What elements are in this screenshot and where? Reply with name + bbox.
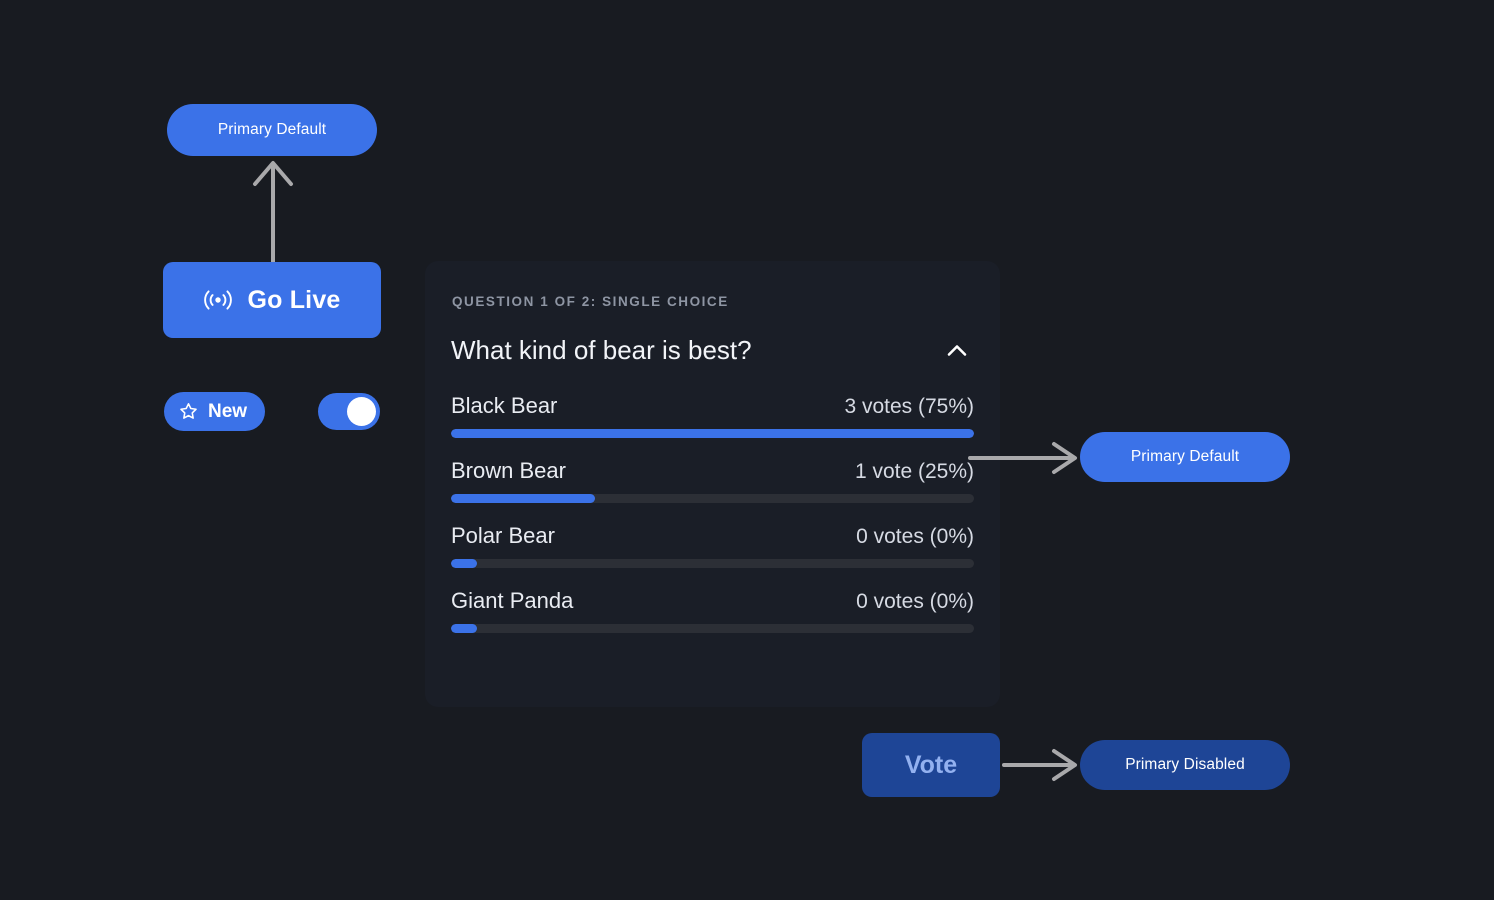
poll-option-label: Black Bear xyxy=(451,392,558,418)
question-header: What kind of bear is best? xyxy=(451,336,974,366)
go-live-button[interactable]: Go Live xyxy=(163,262,381,338)
annotation-pill-go-live: Primary Default xyxy=(167,104,377,156)
poll-options: Black Bear 3 votes (75%) Brown Bear 1 vote … xyxy=(451,392,974,633)
broadcast-icon xyxy=(203,285,233,315)
poll-card: QUESTION 1 OF 2: SINGLE CHOICE What kind… xyxy=(425,261,1000,707)
go-live-label: Go Live xyxy=(247,285,341,314)
star-icon xyxy=(178,401,199,422)
chevron-up-icon[interactable] xyxy=(942,336,972,366)
annotation-pill-vote: Primary Disabled xyxy=(1080,740,1290,790)
poll-option-track xyxy=(451,428,974,438)
poll-option-label: Giant Panda xyxy=(451,587,574,613)
vote-button[interactable]: Vote xyxy=(862,733,1000,797)
poll-option-count: 0 votes (0%) xyxy=(856,589,974,613)
toggle-knob xyxy=(347,397,376,426)
poll-option-row[interactable]: Black Bear 3 votes (75%) xyxy=(451,392,974,438)
poll-option-fill xyxy=(451,558,478,568)
annotation-pill-bar: Primary Default xyxy=(1080,432,1290,482)
poll-option-label: Polar Bear xyxy=(451,522,555,548)
poll-option-fill xyxy=(451,428,974,438)
poll-option-track xyxy=(451,623,974,633)
poll-option-track xyxy=(451,558,974,568)
poll-option-row[interactable]: Polar Bear 0 votes (0%) xyxy=(451,522,974,568)
poll-option-line: Brown Bear 1 vote (25%) xyxy=(451,457,974,483)
poll-option-row[interactable]: Giant Panda 0 votes (0%) xyxy=(451,587,974,633)
canvas: Primary Default Go Live New QUESTION 1 O… xyxy=(0,0,1494,900)
arrow-right-vote xyxy=(1002,749,1077,781)
poll-option-count: 3 votes (75%) xyxy=(844,394,974,418)
poll-option-fill xyxy=(451,493,595,503)
poll-option-line: Giant Panda 0 votes (0%) xyxy=(451,587,974,613)
new-button[interactable]: New xyxy=(164,392,266,431)
question-title: What kind of bear is best? xyxy=(451,335,752,366)
arrow-up-go-live xyxy=(253,161,293,270)
poll-option-count: 0 votes (0%) xyxy=(856,524,974,548)
toggle-switch[interactable] xyxy=(318,393,380,430)
poll-option-track xyxy=(451,493,974,503)
question-eyebrow: QUESTION 1 OF 2: SINGLE CHOICE xyxy=(452,294,729,309)
poll-option-line: Polar Bear 0 votes (0%) xyxy=(451,522,974,548)
poll-option-row[interactable]: Brown Bear 1 vote (25%) xyxy=(451,457,974,503)
poll-option-label: Brown Bear xyxy=(451,457,566,483)
poll-option-line: Black Bear 3 votes (75%) xyxy=(451,392,974,418)
new-label: New xyxy=(208,400,248,422)
poll-option-fill xyxy=(451,623,478,633)
poll-option-count: 1 vote (25%) xyxy=(854,459,974,483)
